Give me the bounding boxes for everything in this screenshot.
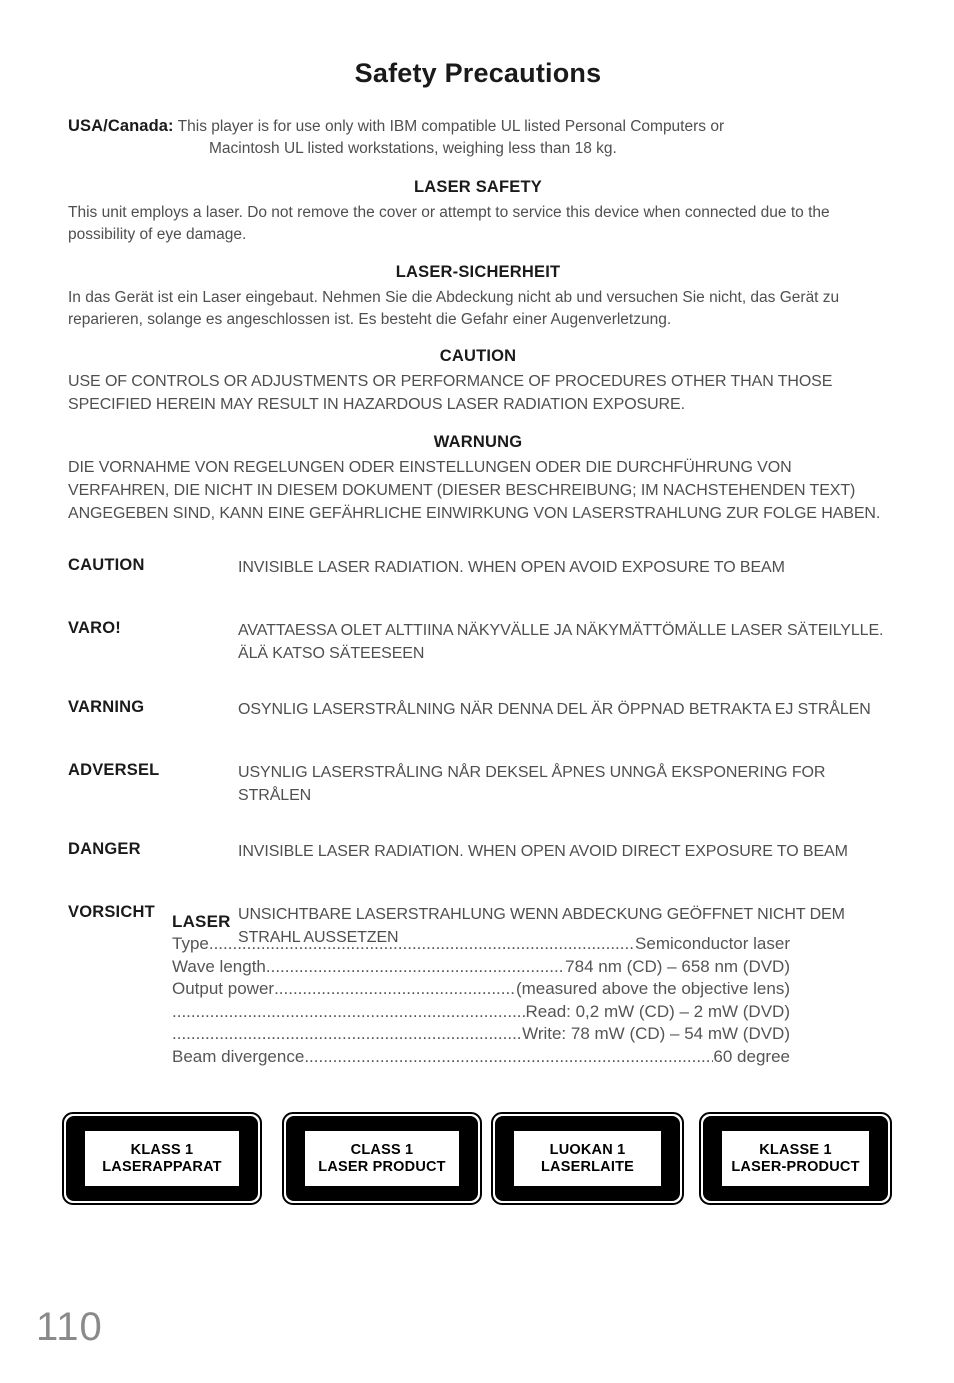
dot-leader: ........................................… [304, 1046, 713, 1066]
laser-class-label-line1: KLASS 1 [130, 1141, 194, 1158]
warning-description: AVATTAESSA OLET ALTTIINA NÄKYVÄLLE JA NÄ… [238, 622, 884, 662]
section-body-laser-sicherheit: In das Gerät ist ein Laser eingebaut. Ne… [68, 289, 840, 328]
spec-row: Wave length ............................… [172, 956, 790, 979]
page-number: 110 [36, 1305, 103, 1349]
spec-row: Beam divergence ........................… [172, 1046, 790, 1069]
laser-class-label-line1: LUOKAN 1 [549, 1141, 626, 1158]
warning-description: INVISIBLE LASER RADIATION. WHEN OPEN AVO… [238, 843, 848, 860]
laser-class-label-line2: LASERAPPARAT [102, 1158, 222, 1175]
warning-term: VARO! [68, 619, 121, 637]
warning-term: VARNING [68, 698, 145, 716]
section-body-caution: USE OF CONTROLS OR ADJUSTMENTS OR PERFOR… [68, 373, 833, 413]
usa-canada-line2: Macintosh UL listed workstations, weighi… [209, 140, 617, 157]
laser-class-label-plate: CLASS 1 LASER PRODUCT [305, 1131, 459, 1186]
warning-description: INVISIBLE LASER RADIATION. WHEN OPEN AVO… [238, 559, 785, 576]
laser-spec-title: LASER [172, 912, 231, 931]
laser-specifications: LASER Type .............................… [172, 912, 790, 1068]
multilingual-warning-list: CAUTION INVISIBLE LASER RADIATION. WHEN … [68, 556, 890, 949]
document-page: Safety Precautions USA/Canada: This play… [0, 0, 954, 1383]
warning-row: ADVERSEL USYNLIG LASERSTRÅLING NÅR DEKSE… [68, 761, 890, 807]
laser-class-label-plate: KLASSE 1 LASER-PRODUCT [722, 1131, 869, 1186]
dot-leader: ........................................… [172, 1024, 522, 1043]
spec-value: Read: 0,2 mW (CD) – 2 mW (DVD) [525, 1001, 790, 1021]
laser-class-label-frame: KLASSE 1 LASER-PRODUCT [703, 1116, 888, 1201]
warning-term: ADVERSEL [68, 761, 160, 779]
dot-leader: ........................................… [208, 934, 635, 953]
laser-class-label-row: KLASS 1 LASERAPPARAT CLASS 1 LASER PRODU… [62, 1112, 892, 1207]
spec-row: Output power ...........................… [172, 978, 790, 1001]
laser-class-label: KLASS 1 LASERAPPARAT [62, 1112, 262, 1205]
laser-class-label-line2: LASER PRODUCT [318, 1158, 446, 1175]
spec-value: (measured above the objective lens) [515, 979, 790, 998]
warning-description: OSYNLIG LASERSTRÅLNING NÄR DENNA DEL ÄR … [238, 701, 871, 718]
spec-row: ........................................… [172, 1001, 790, 1024]
section-body-warnung: DIE VORNAHME VON REGELUNGEN ODER EINSTEL… [68, 459, 881, 522]
warning-term: CAUTION [68, 556, 145, 574]
laser-class-label-frame: CLASS 1 LASER PRODUCT [286, 1116, 478, 1201]
spec-value: Write: 78 mW (CD) – 54 mW (DVD) [522, 1024, 790, 1043]
spec-value: 60 degree [713, 1046, 790, 1066]
warning-description: USYNLIG LASERSTRÅLING NÅR DEKSEL ÅPNES U… [238, 764, 826, 804]
laser-class-label-frame: LUOKAN 1 LASERLAITE [495, 1116, 680, 1201]
usa-canada-label: USA/Canada: [68, 117, 174, 135]
spec-key: Wave length [172, 956, 266, 976]
laser-class-label: KLASSE 1 LASER-PRODUCT [699, 1112, 892, 1205]
spec-key: Output power [172, 979, 275, 998]
usa-canada-note: USA/Canada: This player is for use only … [68, 115, 888, 160]
section-heading-laser-sicherheit: LASER-SICHERHEIT [395, 263, 561, 281]
page-title: Safety Precautions [354, 58, 602, 88]
laser-class-label-line2: LASER-PRODUCT [731, 1158, 860, 1175]
section-heading-warnung: WARNUNG [433, 433, 523, 451]
dot-leader: ........................................… [172, 1001, 526, 1021]
warning-term: DANGER [68, 840, 141, 858]
warning-row: DANGER INVISIBLE LASER RADIATION. WHEN O… [68, 840, 890, 870]
spec-row: Type ...................................… [172, 933, 790, 956]
laser-class-label-line2: LASERLAITE [540, 1158, 635, 1175]
laser-class-label: LUOKAN 1 LASERLAITE [491, 1112, 684, 1205]
spec-value: Semiconductor laser [635, 934, 790, 953]
laser-class-label-plate: LUOKAN 1 LASERLAITE [514, 1131, 661, 1186]
dot-leader: ........................................… [265, 956, 566, 976]
dot-leader: ........................................… [274, 979, 516, 998]
laser-class-label-line1: KLASSE 1 [759, 1141, 832, 1158]
spec-key: Beam divergence [172, 1046, 305, 1066]
spec-row: ........................................… [172, 1023, 790, 1046]
laser-class-label-line1: CLASS 1 [350, 1141, 414, 1158]
section-heading-caution: CAUTION [439, 347, 517, 365]
usa-canada-line1: This player is for use only with IBM com… [177, 118, 725, 135]
laser-class-label: CLASS 1 LASER PRODUCT [282, 1112, 482, 1205]
laser-class-label-plate: KLASS 1 LASERAPPARAT [85, 1131, 239, 1186]
spec-value: 784 nm (CD) – 658 nm (DVD) [565, 956, 790, 976]
section-heading-laser-safety: LASER SAFETY [414, 178, 542, 196]
warning-row: VARNING OSYNLIG LASERSTRÅLNING NÄR DENNA… [68, 698, 890, 728]
warning-row: CAUTION INVISIBLE LASER RADIATION. WHEN … [68, 556, 890, 586]
warning-row: VARO! AVATTAESSA OLET ALTTIINA NÄKYVÄLLE… [68, 619, 890, 665]
section-body-laser-safety: This unit employs a laser. Do not remove… [68, 204, 830, 243]
laser-class-label-frame: KLASS 1 LASERAPPARAT [66, 1116, 258, 1201]
spec-key: Type [172, 934, 209, 953]
